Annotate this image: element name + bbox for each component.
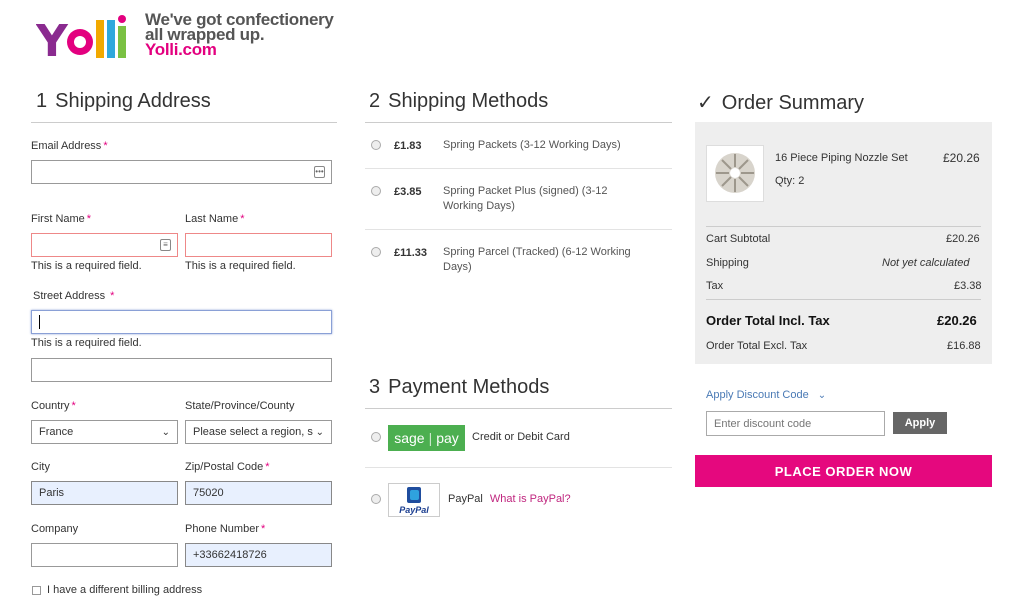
option-divider xyxy=(365,168,672,169)
total-incl-label: Order Total Incl. Tax xyxy=(706,313,830,328)
product-thumbnail[interactable] xyxy=(706,145,764,202)
paypal-label: PayPal xyxy=(448,493,483,505)
discount-link-label: Apply Discount Code xyxy=(706,389,809,401)
shipping-option-price: £11.33 xyxy=(394,247,428,259)
street-label: Street Address * xyxy=(33,290,115,302)
shipping-option-radio[interactable] xyxy=(371,140,381,150)
summary-divider xyxy=(706,226,981,227)
shipping-option-name: Spring Parcel (Tracked) (6-12 Working Da… xyxy=(443,246,631,273)
first-name-field[interactable]: ≡ xyxy=(31,233,178,257)
summary-divider xyxy=(706,299,981,300)
shipping-option-radio[interactable] xyxy=(371,186,381,196)
total-excl-label: Order Total Excl. Tax xyxy=(706,340,808,352)
section-title-text: Shipping Methods xyxy=(388,90,549,112)
section-title-text: Payment Methods xyxy=(388,376,550,398)
phone-label: Phone Number * xyxy=(185,523,266,535)
first-name-error: This is a required field. xyxy=(31,260,142,272)
country-label: Country * xyxy=(31,400,76,412)
shipping-option-radio[interactable] xyxy=(371,247,381,257)
autofill-icon[interactable]: ••• xyxy=(314,166,325,178)
country-select[interactable]: France ⌄ xyxy=(31,420,178,444)
product-name: 16 Piece Piping Nozzle Set xyxy=(775,152,908,164)
section-divider xyxy=(365,122,672,123)
apply-discount-button[interactable]: Apply xyxy=(893,412,947,434)
shipping-option-price: £3.85 xyxy=(394,186,422,198)
step-number: 3 xyxy=(369,376,381,398)
autofill-icon[interactable]: ≡ xyxy=(160,239,171,251)
paypal-icon xyxy=(407,487,421,503)
option-divider xyxy=(365,467,672,468)
shipping-option-name: Spring Packets (3-12 Working Days) xyxy=(443,139,621,151)
text-caret xyxy=(39,315,40,329)
chevron-down-icon: ⌄ xyxy=(161,427,170,438)
last-name-error: This is a required field. xyxy=(185,260,296,272)
yolli-logo[interactable]: Y xyxy=(36,12,134,62)
paypal-logo-text: PayPal xyxy=(399,505,429,515)
shipping-option-name: Spring Packet Plus (signed) (3-12 Workin… xyxy=(443,185,608,212)
option-divider xyxy=(365,229,672,230)
cart-subtotal-value: £20.26 xyxy=(946,233,980,245)
step-number: 1 xyxy=(36,90,48,112)
state-label: State/Province/County xyxy=(185,400,295,412)
paypal-radio[interactable] xyxy=(371,494,381,504)
sagepay-logo: sage | pay xyxy=(388,425,465,451)
section-divider xyxy=(365,408,672,409)
pay-logo-text: pay xyxy=(436,430,459,446)
total-excl-value: £16.88 xyxy=(947,340,981,352)
svg-text:Y: Y xyxy=(36,16,69,62)
email-field[interactable]: ••• xyxy=(31,160,332,184)
card-payment-label: Credit or Debit Card xyxy=(472,431,570,443)
payment-methods-title: 3 Payment Methods xyxy=(369,376,549,399)
shipping-methods-title: 2 Shipping Methods xyxy=(369,90,548,113)
first-name-label: First Name * xyxy=(31,213,92,225)
company-label: Company xyxy=(31,523,79,535)
street-line1-field[interactable] xyxy=(31,310,332,334)
checkmark-icon: ✓ xyxy=(697,92,714,114)
discount-code-input[interactable] xyxy=(706,411,885,436)
section-title-text: Order Summary xyxy=(721,92,865,114)
zip-field[interactable]: 75020 xyxy=(185,481,332,505)
section-divider xyxy=(31,122,337,123)
city-label: City xyxy=(31,461,50,473)
shipping-option-price: £1.83 xyxy=(394,140,422,152)
state-select[interactable]: Please select a region, s ⌄ xyxy=(185,420,332,444)
piping-nozzle-icon xyxy=(715,153,755,193)
place-order-button[interactable]: PLACE ORDER NOW xyxy=(695,455,992,487)
billing-address-checkbox[interactable] xyxy=(32,586,41,595)
tagline-url: Yolli.com xyxy=(145,40,217,59)
product-qty: Qty: 2 xyxy=(775,175,805,187)
sagepay-radio[interactable] xyxy=(371,432,381,442)
paypal-logo: PayPal xyxy=(388,483,440,517)
total-incl-value: £20.26 xyxy=(937,313,977,328)
email-label: Email Address * xyxy=(31,140,108,152)
product-price: £20.26 xyxy=(943,151,980,165)
what-is-paypal-link[interactable]: What is PayPal? xyxy=(490,493,571,505)
last-name-label: Last Name * xyxy=(185,213,245,225)
tax-value: £3.38 xyxy=(954,280,982,292)
zip-label: Zip/Postal Code * xyxy=(185,461,270,473)
street-error: This is a required field. xyxy=(31,337,142,349)
chevron-down-icon: ⌄ xyxy=(315,427,324,438)
tax-label: Tax xyxy=(706,280,724,292)
shipping-address-title: 1 Shipping Address xyxy=(36,90,211,113)
last-name-field[interactable] xyxy=(185,233,332,257)
paypal-row-text: PayPal What is PayPal? xyxy=(448,493,571,505)
city-field[interactable]: Paris xyxy=(31,481,178,505)
shipping-label: Shipping xyxy=(706,257,749,269)
cart-subtotal-label: Cart Subtotal xyxy=(706,233,771,245)
chevron-down-icon: ⌄ xyxy=(817,390,827,401)
phone-field[interactable]: +33662418726 xyxy=(185,543,332,567)
street-line2-field[interactable] xyxy=(31,358,332,382)
shipping-value: Not yet calculated xyxy=(882,257,970,269)
brand-tagline: We've got confectionery all wrapped up. … xyxy=(145,11,334,59)
billing-address-label: I have a different billing address xyxy=(47,584,203,596)
step-number: 2 xyxy=(369,90,381,112)
apply-discount-toggle[interactable]: Apply Discount Code ⌄ xyxy=(706,389,826,401)
company-field[interactable] xyxy=(31,543,178,567)
section-title-text: Shipping Address xyxy=(55,90,211,112)
order-summary-title: ✓ Order Summary xyxy=(697,90,864,115)
sage-logo-text: sage xyxy=(394,430,425,446)
